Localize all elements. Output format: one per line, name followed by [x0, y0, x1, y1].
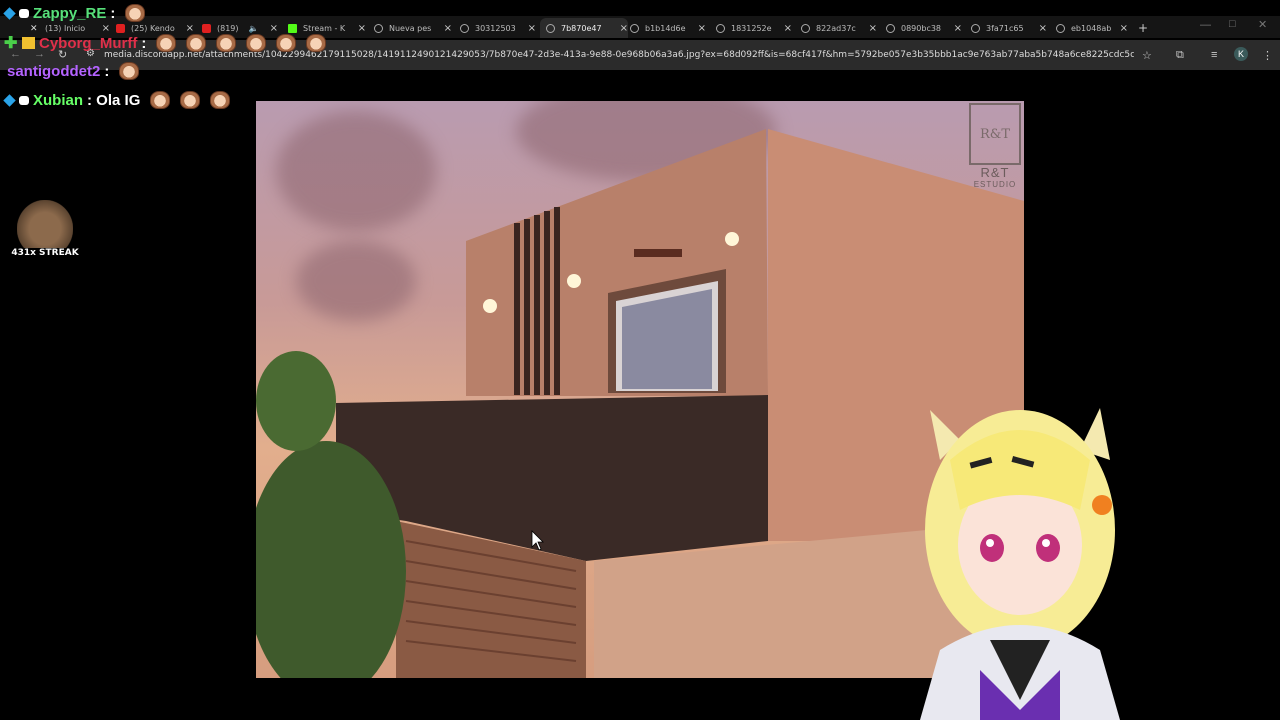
profile-avatar[interactable]: K [1234, 47, 1248, 61]
youtube-icon [116, 23, 125, 33]
extensions-icon[interactable]: ⧉ [1176, 49, 1184, 62]
logo-name: R&T [980, 165, 1010, 180]
chat-username[interactable]: Zappy_RE [33, 5, 106, 22]
chat-message: ✚ Cyborg_Murff : [4, 34, 327, 52]
maximize-icon[interactable]: □ [1229, 18, 1236, 30]
chat-text: : [110, 4, 116, 22]
browser-tab[interactable]: 1831252e × [716, 18, 792, 38]
chat-message: santigoddet2 : [4, 62, 140, 80]
streak-pet-icon [17, 200, 73, 248]
chat-message: Xubian : Ola IG [3, 91, 231, 109]
globe-icon [630, 23, 639, 33]
browser-tab[interactable]: eb1048ab × [1056, 18, 1128, 38]
close-tab-icon[interactable]: × [946, 23, 962, 34]
browser-tab[interactable]: 30312503 × [460, 18, 536, 38]
chat-text: : Ola IG [87, 91, 141, 109]
browser-tab[interactable]: 0890bc38 × [886, 18, 962, 38]
close-tab-icon[interactable]: × [436, 23, 452, 34]
close-tab-icon[interactable]: × [690, 23, 706, 34]
chat-text: : [141, 34, 147, 52]
media-control-icon[interactable]: ≡ [1211, 49, 1217, 61]
emote-icon [150, 91, 171, 109]
close-tab-icon[interactable]: × [520, 23, 536, 34]
globe-icon [971, 23, 980, 33]
globe-icon [886, 23, 895, 33]
emote-icon [216, 34, 237, 52]
close-tab-icon[interactable]: × [94, 23, 110, 34]
youtube-icon [202, 23, 211, 33]
browser-tab[interactable]: b1b14d6e × [630, 18, 706, 38]
vtuber-avatar [920, 408, 1120, 720]
logo-subtitle: ESTUDIO [973, 180, 1017, 189]
globe-icon [716, 23, 725, 33]
chat-username[interactable]: Cyborg_Murff [39, 35, 137, 52]
globe-icon [801, 23, 810, 33]
speaker-icon[interactable]: 🔈 [249, 24, 259, 33]
emote-icon [246, 34, 267, 52]
browser-tab[interactable]: Nueva pes × [374, 18, 452, 38]
close-tab-icon[interactable]: × [178, 23, 194, 34]
close-tab-icon[interactable]: × [350, 23, 366, 34]
crown-badge-icon [22, 37, 35, 49]
close-tab-icon[interactable]: × [612, 23, 628, 34]
close-tab-icon[interactable]: × [1031, 23, 1047, 34]
logo-mark: R&T [969, 103, 1021, 165]
house-render-image: R&T R&T ESTUDIO [256, 101, 1024, 678]
emote-icon [210, 91, 231, 109]
globe-icon [1056, 23, 1065, 33]
plus-badge-icon: ✚ [4, 34, 18, 52]
menu-icon[interactable]: ⋮ [1262, 49, 1273, 62]
verified-badge-icon [3, 93, 16, 107]
streak-widget: 431x STREAK [10, 200, 80, 258]
chat-username[interactable]: santigoddet2 [7, 63, 100, 80]
browser-tab[interactable]: 822ad37c × [801, 18, 877, 38]
close-tab-icon[interactable]: × [1112, 23, 1128, 34]
close-tab-icon[interactable]: × [262, 23, 278, 34]
chat-text: : [104, 62, 110, 80]
studio-logo: R&T R&T ESTUDIO [966, 101, 1024, 199]
emote-icon [306, 34, 327, 52]
browser-tab[interactable]: 3fa71c65 × [971, 18, 1047, 38]
chat-username[interactable]: Xubian [33, 92, 83, 109]
emote-icon [276, 34, 297, 52]
chat-message: Zappy_RE : [3, 4, 146, 22]
kick-icon [288, 23, 297, 33]
emote-icon [186, 34, 207, 52]
verified-badge-icon [3, 6, 16, 20]
emote-icon [125, 4, 146, 22]
globe-icon [374, 23, 383, 33]
globe-icon [546, 23, 555, 33]
close-tab-icon[interactable]: × [861, 23, 877, 34]
emote-icon [180, 91, 201, 109]
minimize-icon[interactable]: — [1200, 19, 1211, 31]
house-illustration [256, 129, 1024, 678]
globe-icon [460, 23, 469, 33]
streak-label: 431x STREAK [11, 248, 79, 258]
emote-icon [156, 34, 177, 52]
close-tab-icon[interactable]: × [776, 23, 792, 34]
new-tab-button[interactable]: + [1138, 18, 1148, 38]
emote-icon [119, 62, 140, 80]
x-logo-icon: ✕ [30, 23, 38, 34]
bot-badge-icon [19, 95, 29, 105]
bot-badge-icon [19, 8, 29, 18]
browser-tab-active[interactable]: 7b870e47 × [540, 18, 628, 38]
bookmark-star-icon[interactable]: ☆ [1142, 49, 1152, 62]
close-window-icon[interactable]: ✕ [1258, 18, 1267, 31]
